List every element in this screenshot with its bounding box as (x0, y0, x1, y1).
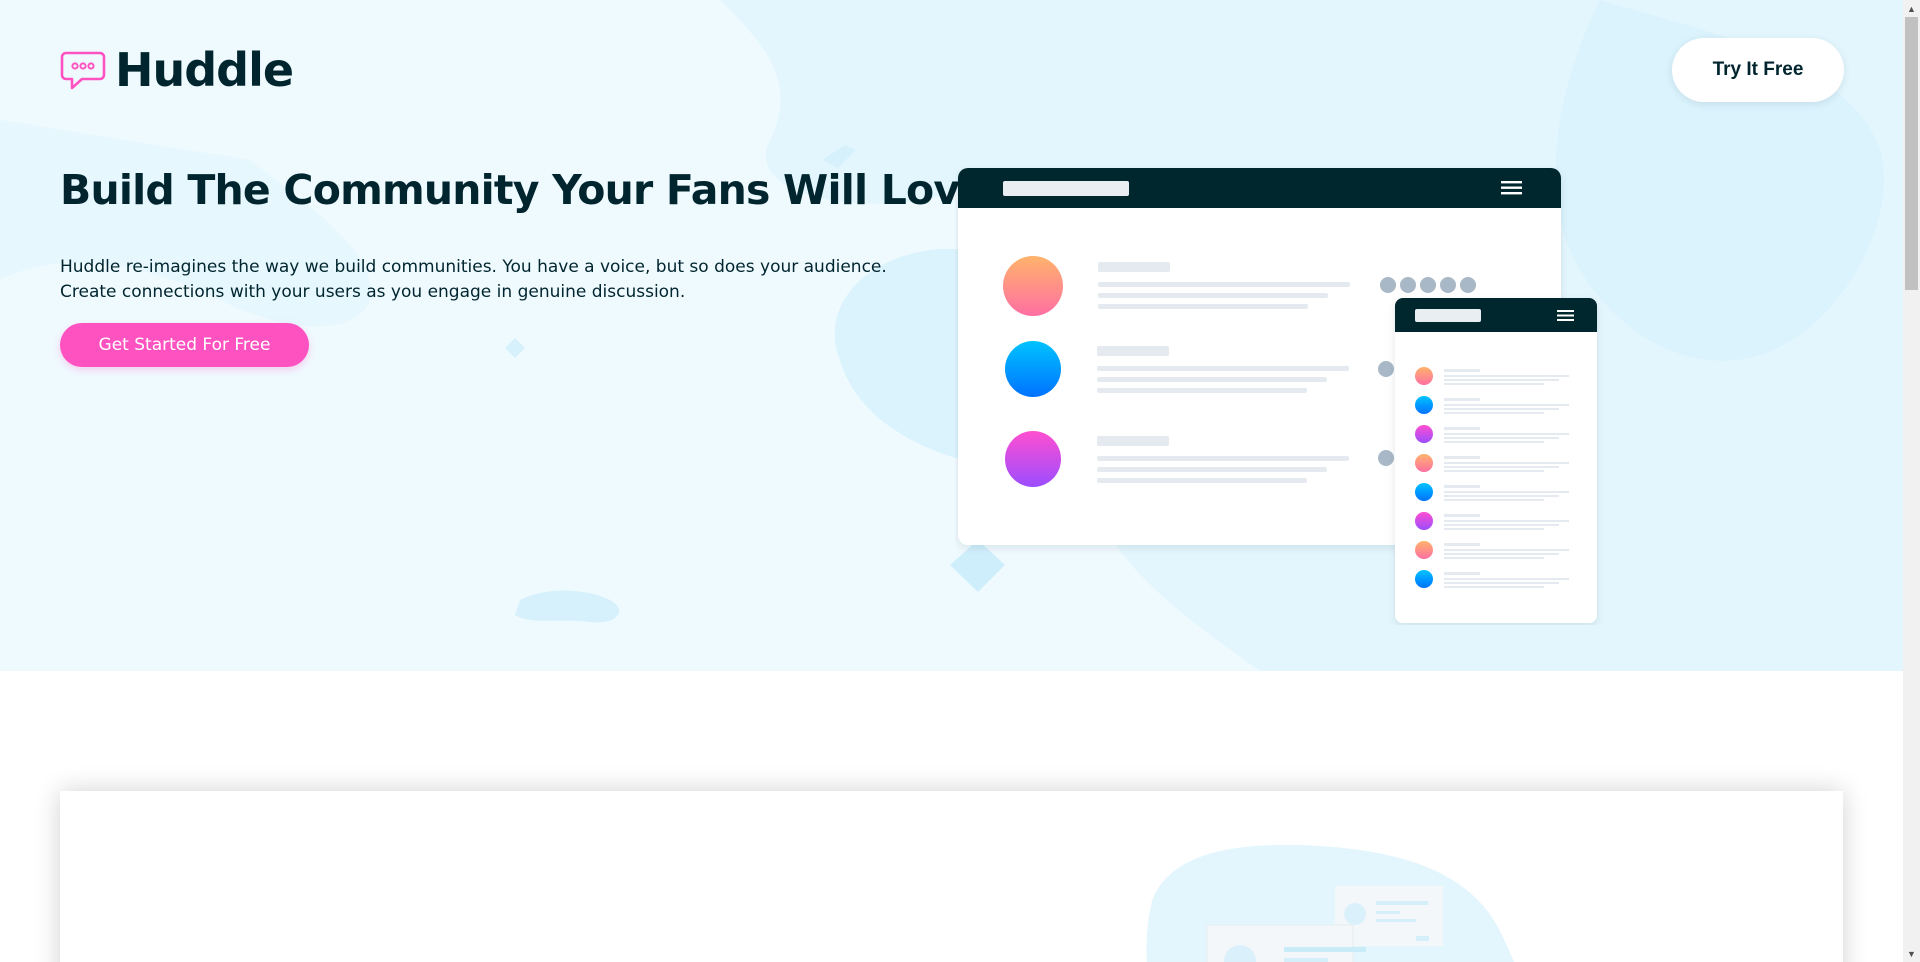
hero-description: Huddle re-imagines the way we build comm… (60, 257, 887, 302)
vertical-scrollbar[interactable]: ▲ ▼ (1903, 0, 1920, 962)
features-card (60, 791, 1843, 962)
app-mockup-illustration (958, 168, 1597, 623)
page: Huddle Try It Free Build The Community Y… (0, 0, 1903, 962)
scroll-up-arrow-icon[interactable]: ▲ (1903, 0, 1920, 17)
features-illustration (1146, 844, 1515, 962)
logo[interactable]: Huddle (60, 43, 294, 97)
try-it-free-button[interactable]: Try It Free (1672, 38, 1844, 102)
scrollbar-thumb[interactable] (1905, 17, 1918, 290)
speech-bubble-icon (60, 51, 106, 90)
logo-text: Huddle (115, 43, 294, 97)
hero-section: Huddle Try It Free Build The Community Y… (0, 0, 1903, 671)
scroll-down-arrow-icon[interactable]: ▼ (1903, 945, 1920, 962)
hero-title: Build The Community Your Fans Will Love (60, 166, 987, 214)
get-started-button[interactable]: Get Started For Free (60, 323, 309, 367)
